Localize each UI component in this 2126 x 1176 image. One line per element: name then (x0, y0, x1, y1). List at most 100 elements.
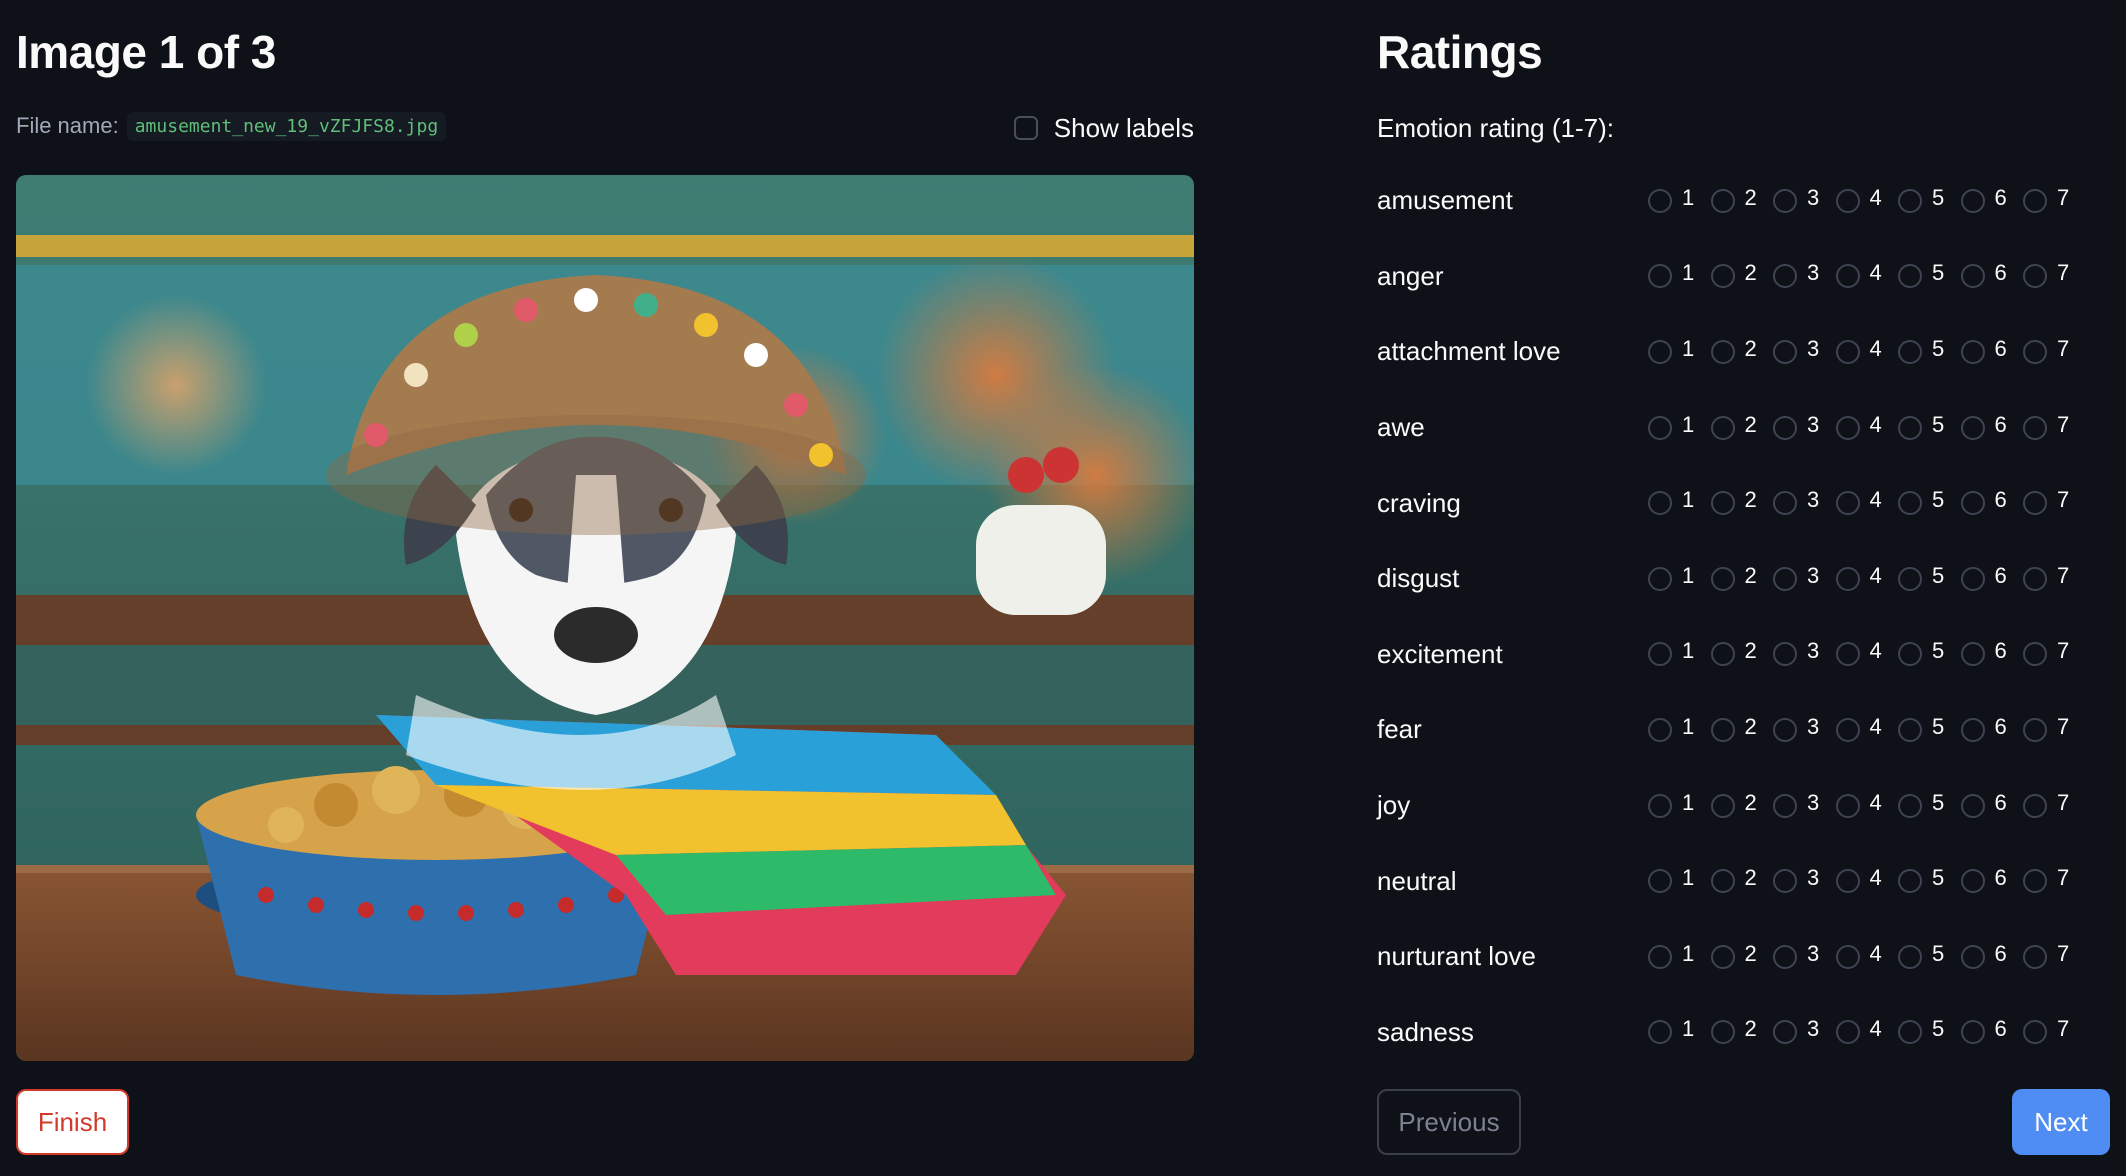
rating-option[interactable]: 6 (1960, 485, 2024, 521)
radio-button[interactable] (1710, 869, 1735, 894)
rating-option[interactable]: 7 (2023, 334, 2086, 370)
radio-button[interactable] (1835, 188, 1860, 213)
radio-button[interactable] (1898, 717, 1922, 742)
rating-option[interactable]: 3 (1773, 636, 1836, 672)
radio-button[interactable] (1648, 717, 1672, 742)
radio-button[interactable] (1835, 1020, 1860, 1045)
radio-button[interactable] (1648, 793, 1672, 818)
radio-button[interactable] (1960, 415, 1985, 440)
rating-option[interactable]: 3 (1773, 1014, 1836, 1050)
rating-option[interactable]: 4 (1835, 939, 1899, 975)
radio-button[interactable] (1835, 415, 1860, 440)
rating-option[interactable]: 3 (1773, 939, 1836, 975)
rating-option[interactable]: 5 (1898, 636, 1961, 672)
radio-button[interactable] (1710, 491, 1735, 516)
rating-option[interactable]: 3 (1773, 183, 1836, 219)
rating-option[interactable]: 4 (1835, 636, 1899, 672)
rating-option[interactable]: 5 (1898, 712, 1961, 748)
radio-button[interactable] (1710, 188, 1735, 213)
radio-button[interactable] (1835, 642, 1860, 667)
radio-button[interactable] (2023, 264, 2047, 289)
radio-button[interactable] (1773, 642, 1797, 667)
radio-button[interactable] (1773, 566, 1797, 591)
radio-button[interactable] (1648, 339, 1672, 364)
rating-option[interactable]: 5 (1898, 410, 1961, 446)
radio-button[interactable] (1710, 717, 1735, 742)
rating-option[interactable]: 6 (1960, 788, 2024, 824)
rating-option[interactable]: 7 (2023, 788, 2086, 824)
radio-button[interactable] (1898, 642, 1922, 667)
rating-option[interactable]: 5 (1898, 334, 1961, 370)
radio-button[interactable] (2023, 188, 2047, 213)
rating-option[interactable]: 1 (1648, 1014, 1711, 1050)
rating-option[interactable]: 2 (1710, 636, 1774, 672)
rating-option[interactable]: 2 (1710, 863, 1774, 899)
radio-button[interactable] (1960, 642, 1985, 667)
radio-button[interactable] (2023, 869, 2047, 894)
rating-option[interactable]: 6 (1960, 1014, 2024, 1050)
rating-option[interactable]: 5 (1898, 788, 1961, 824)
radio-button[interactable] (1648, 1020, 1672, 1045)
radio-button[interactable] (1710, 339, 1735, 364)
rating-option[interactable]: 5 (1898, 258, 1961, 294)
rating-option[interactable]: 5 (1898, 863, 1961, 899)
rating-option[interactable]: 1 (1648, 183, 1711, 219)
radio-button[interactable] (1648, 491, 1672, 516)
radio-button[interactable] (1960, 1020, 1985, 1045)
show-labels-toggle[interactable]: Show labels (1013, 110, 1194, 146)
radio-button[interactable] (2023, 944, 2047, 969)
show-labels-checkbox[interactable] (1013, 116, 1038, 140)
rating-option[interactable]: 4 (1835, 561, 1899, 597)
rating-option[interactable]: 7 (2023, 183, 2086, 219)
radio-button[interactable] (1710, 944, 1735, 969)
radio-button[interactable] (1898, 339, 1922, 364)
rating-option[interactable]: 4 (1835, 1014, 1899, 1050)
radio-button[interactable] (1648, 566, 1672, 591)
rating-option[interactable]: 3 (1773, 788, 1836, 824)
rating-option[interactable]: 4 (1835, 485, 1899, 521)
radio-button[interactable] (1898, 188, 1922, 213)
rating-option[interactable]: 3 (1773, 561, 1836, 597)
rating-option[interactable]: 1 (1648, 334, 1711, 370)
rating-option[interactable]: 7 (2023, 410, 2086, 446)
rating-option[interactable]: 6 (1960, 334, 2024, 370)
radio-button[interactable] (1960, 264, 1985, 289)
rating-option[interactable]: 2 (1710, 485, 1774, 521)
radio-button[interactable] (1773, 944, 1797, 969)
rating-option[interactable]: 5 (1898, 561, 1961, 597)
radio-button[interactable] (1773, 717, 1797, 742)
rating-option[interactable]: 6 (1960, 712, 2024, 748)
rating-option[interactable]: 1 (1648, 788, 1711, 824)
rating-option[interactable]: 3 (1773, 485, 1836, 521)
radio-button[interactable] (1648, 188, 1672, 213)
radio-button[interactable] (2023, 339, 2047, 364)
radio-button[interactable] (1773, 869, 1797, 894)
radio-button[interactable] (1710, 1020, 1735, 1045)
radio-button[interactable] (1773, 491, 1797, 516)
rating-option[interactable]: 2 (1710, 183, 1774, 219)
next-button[interactable]: Next (2012, 1089, 2110, 1155)
radio-button[interactable] (1898, 944, 1922, 969)
radio-button[interactable] (1960, 188, 1985, 213)
rating-option[interactable]: 7 (2023, 561, 2086, 597)
rating-option[interactable]: 1 (1648, 939, 1711, 975)
radio-button[interactable] (1773, 188, 1797, 213)
radio-button[interactable] (1960, 339, 1985, 364)
radio-button[interactable] (2023, 642, 2047, 667)
rating-option[interactable]: 6 (1960, 636, 2024, 672)
radio-button[interactable] (1710, 793, 1735, 818)
radio-button[interactable] (1648, 869, 1672, 894)
rating-option[interactable]: 1 (1648, 258, 1711, 294)
radio-button[interactable] (1898, 415, 1922, 440)
rating-option[interactable]: 4 (1835, 334, 1899, 370)
radio-button[interactable] (1898, 491, 1922, 516)
rating-option[interactable]: 7 (2023, 712, 2086, 748)
radio-button[interactable] (1960, 793, 1985, 818)
radio-button[interactable] (2023, 491, 2047, 516)
radio-button[interactable] (1835, 793, 1860, 818)
radio-button[interactable] (1898, 869, 1922, 894)
rating-option[interactable]: 3 (1773, 334, 1836, 370)
radio-button[interactable] (2023, 793, 2047, 818)
rating-option[interactable]: 5 (1898, 485, 1961, 521)
radio-button[interactable] (1898, 793, 1922, 818)
